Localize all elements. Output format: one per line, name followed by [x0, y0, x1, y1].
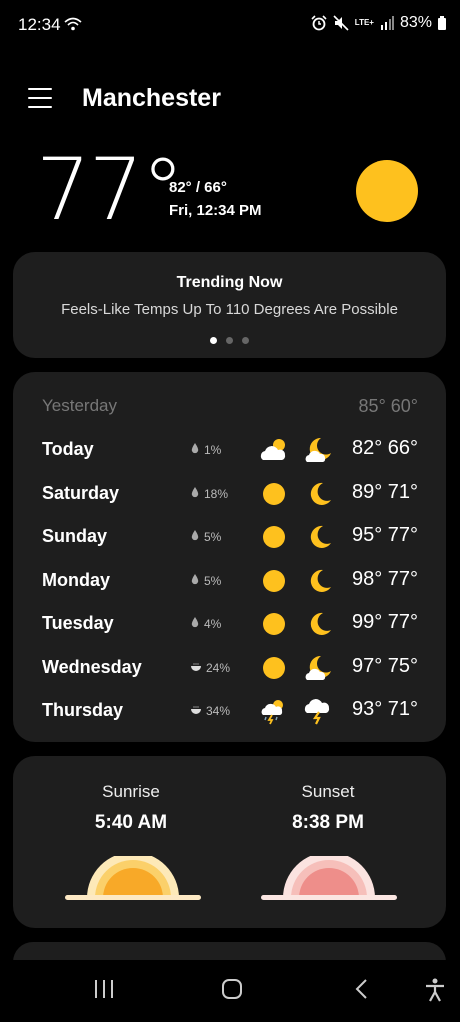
forecast-precip: 5%	[191, 530, 221, 544]
forecast-precip: 18%	[191, 486, 229, 501]
thunderstorm-night-icon	[303, 697, 335, 725]
forecast-precip: 1%	[191, 443, 221, 457]
forecast-row[interactable]: Sunday 5% 95° 77°	[13, 517, 446, 557]
drop-icon	[191, 443, 199, 457]
sunrise-label: Sunrise	[102, 782, 160, 801]
forecast-day: Tuesday	[42, 613, 114, 633]
yesterday-temps: 85° 60°	[358, 396, 418, 416]
home-icon[interactable]	[221, 978, 243, 1000]
moon-icon	[303, 480, 335, 508]
forecast-row[interactable]: Monday 5% 98° 77°	[13, 561, 446, 601]
drop-icon	[191, 573, 199, 588]
current-high-low: 82° / 66°	[169, 179, 227, 196]
forecast-row[interactable]: Tuesday 4% 99° 77°	[13, 604, 446, 644]
drop-icon	[191, 530, 199, 544]
sunset-time: 8:38 PM	[292, 812, 364, 833]
forecast-row[interactable]: Today 1% 82° 66°	[13, 430, 446, 470]
sunrise-sunset-card: Sunrise 5:40 AM Sunset 8:38 PM	[13, 756, 446, 928]
forecast-precip-value: 5%	[204, 530, 222, 544]
trending-card[interactable]: Trending Now Feels-Like Temps Up To 110 …	[13, 252, 446, 358]
sunrise-section: Sunrise 5:40 AM	[41, 782, 221, 834]
carousel-dot[interactable]	[242, 337, 249, 344]
sunset-label: Sunset	[301, 782, 355, 801]
forecast-precip: 4%	[191, 617, 221, 631]
recent-apps-icon[interactable]	[93, 978, 115, 1000]
sunrise-graphic-icon	[65, 856, 201, 900]
forecast-day: Sunday	[42, 526, 108, 546]
thunderstorm-icon	[258, 697, 290, 725]
forecast-precip: 5%	[191, 573, 222, 588]
moon-icon	[303, 567, 335, 595]
forecast-precip-value: 24%	[206, 660, 231, 675]
accessibility-icon[interactable]	[424, 978, 446, 1002]
wifi-icon	[64, 17, 82, 31]
forecast-precip-value: 1%	[204, 443, 222, 457]
city-name[interactable]: Manchester	[82, 84, 221, 113]
daily-forecast-card: Yesterday 85° 60° Today 1% 82° 66° Saturday…	[13, 372, 446, 742]
forecast-day: Wednesday	[42, 656, 142, 677]
forecast-temps: 93° 71°	[351, 698, 418, 720]
trending-text: Feels-Like Temps Up To 110 Degrees Are P…	[61, 301, 398, 318]
back-icon[interactable]	[351, 978, 373, 1000]
moon-icon	[303, 523, 335, 551]
mute-icon	[333, 15, 349, 31]
yesterday-row: Yesterday 85° 60°	[42, 396, 418, 418]
menu-button[interactable]	[28, 88, 52, 110]
forecast-temps: 95° 77°	[351, 524, 418, 546]
forecast-day: Today	[42, 439, 94, 459]
status-bar: 12:34 LTE+ 83%	[0, 0, 460, 50]
forecast-precip-value: 18%	[204, 486, 229, 501]
drop-icon	[191, 617, 199, 631]
partly-cloudy-night-icon	[303, 654, 335, 682]
sun-icon	[258, 654, 290, 682]
current-temperature: 77°	[36, 140, 184, 240]
forecast-day: Monday	[42, 569, 111, 590]
forecast-precip: 34%	[191, 704, 230, 718]
battery-percent: 83%	[399, 14, 432, 31]
forecast-temps: 97° 75°	[351, 654, 418, 677]
alarm-icon	[311, 15, 327, 31]
carousel-dot[interactable]	[210, 337, 217, 344]
sunrise-time: 5:40 AM	[94, 812, 168, 833]
forecast-row[interactable]: Wednesday 24% 97° 75°	[13, 648, 446, 688]
carousel-dots	[13, 337, 446, 344]
drop-icon	[191, 486, 199, 501]
status-time: 12:34	[18, 15, 61, 34]
forecast-temps: 89° 71°	[351, 480, 418, 503]
sun-icon	[258, 480, 290, 508]
sun-icon	[258, 567, 290, 595]
sun-icon	[258, 523, 290, 551]
forecast-temps: 82° 66°	[351, 437, 418, 459]
forecast-precip: 24%	[191, 661, 230, 675]
moon-icon	[303, 610, 335, 638]
sun-icon	[258, 610, 290, 638]
current-conditions: 77° 82° / 66° Fri, 12:34 PM	[0, 140, 460, 240]
carousel-dot[interactable]	[226, 337, 233, 344]
partly-cloudy-icon	[258, 436, 290, 464]
forecast-day: Thursday	[42, 700, 124, 720]
partly-cloudy-night-icon	[303, 436, 335, 464]
forecast-temps: 99° 77°	[351, 611, 418, 633]
signal-icon	[380, 16, 394, 30]
yesterday-label: Yesterday	[42, 396, 117, 415]
forecast-row[interactable]: Saturday 18% 89° 71°	[13, 474, 446, 514]
sun-icon	[356, 160, 418, 222]
forecast-precip-value: 5%	[204, 573, 222, 588]
forecast-precip-value: 34%	[206, 704, 231, 718]
rain-chance-icon	[191, 661, 201, 675]
sunset-section: Sunset 8:38 PM	[238, 782, 418, 834]
rain-chance-icon	[191, 704, 201, 718]
sunset-graphic-icon	[261, 856, 397, 900]
current-datetime: Fri, 12:34 PM	[169, 202, 262, 219]
trending-title: Trending Now	[176, 274, 283, 291]
lte-indicator: LTE+	[354, 18, 374, 27]
forecast-temps: 98° 77°	[351, 567, 418, 590]
battery-icon	[438, 16, 446, 30]
forecast-precip-value: 4%	[204, 617, 222, 631]
app-header: Manchester	[0, 80, 460, 120]
forecast-day: Saturday	[42, 482, 120, 503]
navigation-bar	[0, 960, 460, 1022]
forecast-row[interactable]: Thursday 34% 93° 71°	[13, 691, 446, 731]
